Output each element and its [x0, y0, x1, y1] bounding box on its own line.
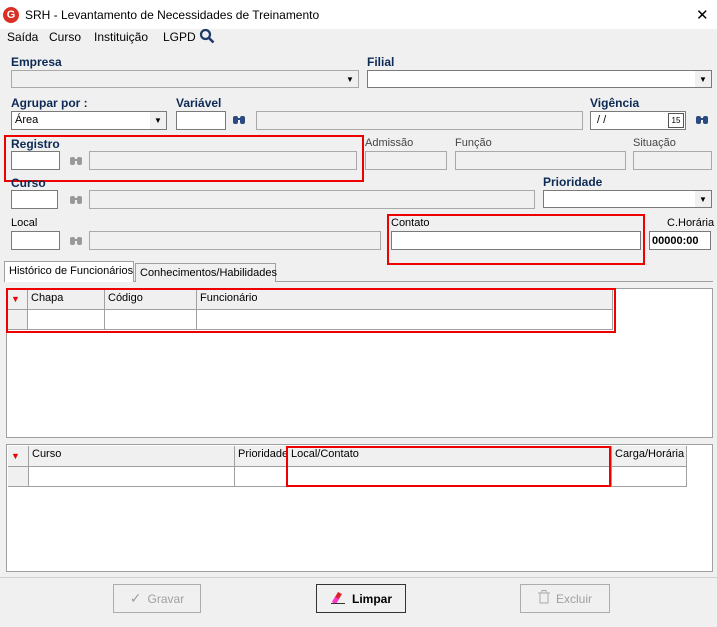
highlight-contato — [387, 214, 645, 265]
chevron-down-icon[interactable]: ▼ — [695, 191, 711, 207]
admissao-label: Admissão — [365, 137, 414, 149]
agrupar-value: Área — [15, 114, 39, 126]
local-label: Local — [11, 217, 38, 229]
curso-input[interactable] — [11, 190, 58, 209]
funcao-label: Função — [455, 137, 492, 149]
limpar-button[interactable]: Limpar — [316, 584, 406, 613]
binoculars-icon[interactable] — [695, 113, 709, 128]
variavel-description — [256, 111, 583, 130]
agrupar-select[interactable]: Área ▼ — [11, 111, 167, 130]
agrupar-label: Agrupar por : — [11, 96, 88, 110]
column-header-prioridade[interactable]: Prioridade — [235, 446, 288, 467]
curso-label: Curso — [11, 176, 46, 190]
prioridade-select[interactable]: ▼ — [543, 190, 712, 208]
table-cell[interactable] — [29, 467, 235, 487]
calendar-icon[interactable]: 15 — [668, 113, 684, 128]
menu-lgpd[interactable]: LGPD — [163, 30, 196, 44]
sort-indicator-icon[interactable]: ▼ — [8, 446, 29, 467]
app-logo-icon: G — [3, 7, 19, 23]
highlight-grid1-header — [6, 288, 616, 333]
table-cell[interactable] — [235, 467, 288, 487]
choraria-label: C.Horária — [667, 217, 715, 229]
menu-saida[interactable]: Saída — [7, 30, 38, 44]
gravar-label: Gravar — [147, 591, 185, 606]
close-icon[interactable]: ✕ — [696, 6, 709, 24]
trash-icon — [537, 590, 550, 607]
gravar-button[interactable]: ✓ Gravar — [113, 584, 201, 613]
local-description — [89, 231, 381, 250]
menu-instituicao[interactable]: Instituição — [94, 30, 148, 44]
choraria-field[interactable]: 00000:00 — [649, 231, 711, 250]
binoculars-icon[interactable] — [69, 234, 83, 249]
funcao-field — [455, 151, 626, 170]
column-header-carga-horaria[interactable]: Carga/Horária — [612, 446, 687, 467]
highlight-registro — [4, 135, 364, 182]
filial-label: Filial — [367, 55, 395, 69]
empresa-label: Empresa — [11, 55, 62, 69]
filial-select[interactable]: ▼ — [367, 70, 712, 88]
curso-description — [89, 190, 535, 209]
vigencia-value: / / — [597, 114, 607, 126]
empresa-select[interactable]: ▼ — [11, 70, 359, 88]
local-input[interactable] — [11, 231, 60, 250]
prioridade-label: Prioridade — [543, 175, 603, 189]
check-icon: ✓ — [129, 590, 142, 606]
excluir-label: Excluir — [555, 591, 592, 606]
limpar-label: Limpar — [351, 591, 392, 606]
vigencia-date-input[interactable]: / / 15 — [590, 111, 686, 130]
excluir-button[interactable]: Excluir — [520, 584, 610, 613]
tab-historico-funcionarios[interactable]: Histórico de Funcionários — [4, 261, 134, 282]
highlight-local-contato-column — [286, 446, 611, 487]
situacao-label: Situação — [633, 137, 676, 149]
chevron-down-icon[interactable]: ▼ — [695, 71, 711, 87]
tab-conhecimentos-habilidades[interactable]: Conhecimentos/Habilidades — [135, 263, 277, 282]
window-title: SRH - Levantamento de Necessidades de Tr… — [25, 8, 320, 22]
binoculars-icon[interactable] — [69, 193, 83, 208]
variavel-label: Variável — [176, 96, 222, 110]
chevron-down-icon[interactable]: ▼ — [342, 71, 358, 87]
situacao-field — [633, 151, 712, 170]
vigencia-label: Vigência — [590, 96, 640, 110]
table-cell[interactable] — [612, 467, 687, 487]
binoculars-icon[interactable] — [232, 113, 246, 128]
chevron-down-icon[interactable]: ▼ — [150, 112, 166, 129]
admissao-field — [365, 151, 447, 170]
column-header-curso[interactable]: Curso — [29, 446, 235, 467]
menu-curso[interactable]: Curso — [49, 30, 81, 44]
search-icon[interactable] — [199, 28, 215, 47]
eraser-icon — [330, 590, 346, 607]
footer-divider — [0, 577, 717, 578]
row-selector[interactable] — [8, 467, 29, 487]
variavel-code-input[interactable] — [176, 111, 226, 130]
